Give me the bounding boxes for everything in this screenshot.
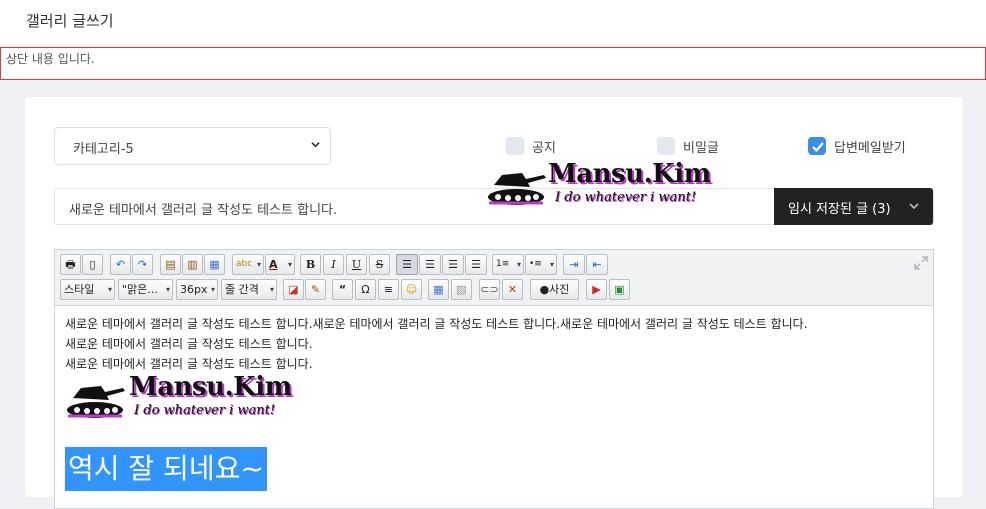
logo-name: Mansu.Kim: [548, 159, 711, 189]
category-select[interactable]: 카테고리-5: [54, 127, 331, 165]
format-brush-icon[interactable]: ✎: [305, 279, 326, 300]
checkbox-box-checked[interactable]: [808, 137, 826, 155]
checkbox-box[interactable]: [657, 137, 675, 155]
content-line: 새로운 테마에서 갤러리 글 작성도 테스트 합니다.: [65, 337, 313, 351]
rich-text-editor[interactable]: 🖶 ▯ ↶ ↷ ▤ ▥ ▦ abc A B I U S ☰ ☰ ☰ ☰ 1≡ •…: [54, 249, 934, 509]
temp-saved-label: 임시 저장된 글 (3): [788, 202, 891, 217]
indent-icon[interactable]: ⇥: [563, 254, 585, 275]
align-left-icon[interactable]: ☰: [396, 254, 418, 275]
fullscreen-icon[interactable]: [913, 255, 929, 271]
align-justify-icon[interactable]: ☰: [465, 254, 487, 275]
temp-saved-button[interactable]: 임시 저장된 글 (3): [774, 188, 933, 225]
unlink-icon[interactable]: ✕: [502, 279, 523, 300]
emoji-icon[interactable]: ☺: [401, 279, 422, 300]
photo-button[interactable]: ●사진: [530, 279, 579, 300]
cut-icon[interactable]: ▤: [160, 254, 181, 275]
outdent-icon[interactable]: ⇤: [586, 254, 608, 275]
undo-icon[interactable]: ↶: [110, 254, 131, 275]
print-icon[interactable]: 🖶: [60, 254, 81, 275]
redo-icon[interactable]: ↷: [132, 254, 153, 275]
notice-text: 상단 내용 입니다.: [6, 52, 95, 66]
special-char-icon[interactable]: Ω: [355, 279, 376, 300]
font-family-select[interactable]: "맑은...: [118, 279, 173, 300]
align-right-icon[interactable]: ☰: [442, 254, 464, 275]
font-color-icon[interactable]: A: [265, 254, 295, 275]
notice-label: 공지: [532, 141, 556, 156]
youtube-icon[interactable]: ▶: [586, 279, 607, 300]
style-select[interactable]: 스타일: [60, 279, 115, 300]
ordered-list-icon[interactable]: 1≡: [492, 254, 524, 275]
content-line: 새로운 테마에서 갤러리 글 작성도 테스트 합니다.새로운 테마에서 갤러리 …: [65, 317, 808, 331]
site-logo: Mansu.Kim I do whatever i want!: [486, 159, 716, 209]
secret-label: 비밀글: [683, 141, 719, 156]
highlighted-text[interactable]: 역시 잘 되네요~: [65, 447, 267, 491]
editor-toolbar: 🖶 ▯ ↶ ↷ ▤ ▥ ▦ abc A B I U S ☰ ☰ ☰ ☰ 1≡ •…: [55, 250, 933, 306]
link-icon[interactable]: ⊂⊃: [479, 279, 500, 300]
reply-mail-label: 답변메일받기: [834, 141, 906, 156]
logo-tagline: I do whatever i want!: [134, 403, 276, 418]
content-line: 새로운 테마에서 갤러리 글 작성도 테스트 합니다.: [65, 357, 313, 371]
align-center-icon[interactable]: ☰: [419, 254, 441, 275]
chevron-down-icon: [311, 142, 320, 148]
image-icon[interactable]: ▣: [609, 279, 630, 300]
bold-icon[interactable]: B: [300, 254, 321, 275]
tank-icon: [67, 386, 125, 418]
select-all-icon[interactable]: ▦: [204, 254, 225, 275]
underline-icon[interactable]: U: [346, 254, 367, 275]
new-document-icon[interactable]: ▯: [82, 254, 103, 275]
camera-icon: ●: [539, 283, 550, 296]
logo-name: Mansu.Kim: [129, 372, 292, 402]
page-title: 갤러리 글쓰기: [26, 12, 114, 30]
italic-icon[interactable]: I: [323, 254, 344, 275]
logo-tagline: I do whatever i want!: [555, 190, 697, 205]
top-notice: 상단 내용 입니다.: [0, 47, 986, 80]
paste-icon[interactable]: ▥: [182, 254, 203, 275]
spellcheck-icon[interactable]: abc: [232, 254, 264, 275]
photo-label: 사진: [549, 283, 570, 296]
editor-content[interactable]: 새로운 테마에서 갤러리 글 작성도 테스트 합니다. 새로운 테마에서 갤러리 …: [65, 314, 808, 374]
font-size-select[interactable]: 36px: [176, 279, 218, 300]
category-value: 카테고리-5: [73, 142, 134, 157]
write-form-card: 카테고리-5 공지 비밀글 답변메일받기 새로운 테마에서 갤러리 글 작성도 …: [25, 97, 963, 509]
header-bar: 갤러리 글쓰기: [0, 0, 986, 46]
bullet-list-icon[interactable]: •≡: [525, 254, 557, 275]
blockquote-icon[interactable]: “: [332, 279, 353, 300]
check-icon: [812, 142, 824, 153]
table-icon[interactable]: ▦: [428, 279, 449, 300]
horizontal-rule-icon[interactable]: ≡: [378, 279, 399, 300]
strikethrough-icon[interactable]: S: [369, 254, 390, 275]
subject-value: 새로운 테마에서 갤러리 글 작성도 테스트 합니다.: [69, 203, 338, 218]
eraser-icon[interactable]: ◪: [283, 279, 304, 300]
tank-icon: [488, 173, 546, 205]
chevron-down-icon: [909, 203, 919, 210]
table-edit-icon[interactable]: ▧: [451, 279, 472, 300]
checkbox-box[interactable]: [506, 137, 524, 155]
inserted-logo-image[interactable]: Mansu.Kim I do whatever i want!: [65, 372, 295, 422]
line-height-select[interactable]: 줄 간격: [221, 279, 277, 300]
